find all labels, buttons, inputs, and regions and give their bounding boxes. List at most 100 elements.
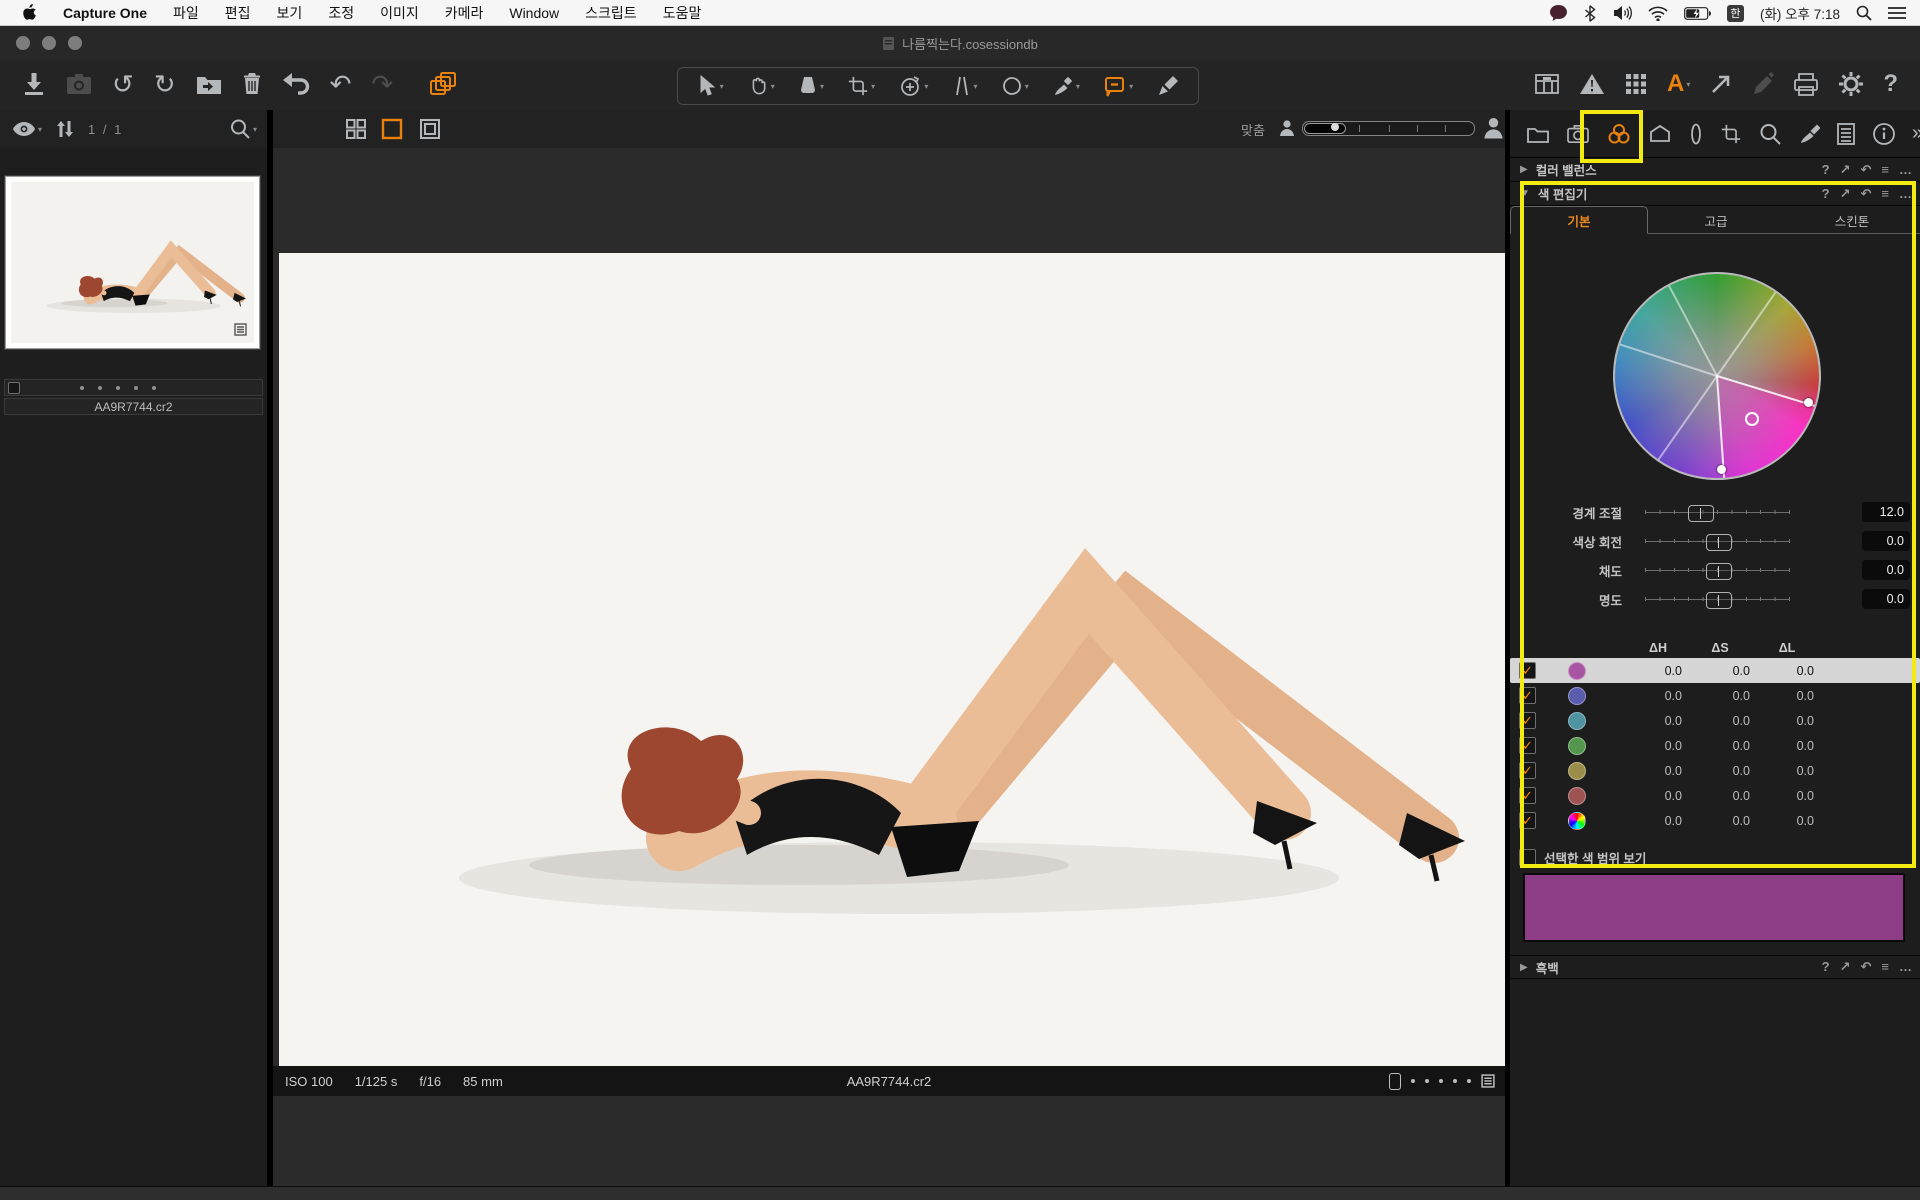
menu-app-name[interactable]: Capture One <box>63 5 147 21</box>
browser-zoom-icon[interactable] <box>229 118 251 140</box>
range-checkbox[interactable]: ✓ <box>1519 787 1536 804</box>
tab-skintone[interactable]: 스킨톤 <box>1784 206 1920 234</box>
range-swatch[interactable] <box>1568 711 1586 730</box>
wheel-range-handle[interactable] <box>1804 398 1813 407</box>
expand-icon[interactable]: ↗ <box>1840 959 1851 975</box>
zoom-slider-knob[interactable] <box>1331 123 1339 131</box>
metadata-tab-icon[interactable] <box>1836 122 1856 146</box>
rotate-right-icon[interactable]: ↻ <box>154 71 176 97</box>
rating-dot[interactable] <box>1467 1079 1471 1083</box>
bluetooth-icon[interactable] <box>1584 4 1596 22</box>
window-titlebar[interactable]: 나름찍는다.cosessiondb <box>0 26 1920 61</box>
disclosure-triangle-icon[interactable]: ▶ <box>1520 962 1528 973</box>
slider-value[interactable]: 0.0 <box>1862 589 1910 609</box>
help-icon[interactable]: ? <box>1822 186 1830 202</box>
rating-dots[interactable] <box>80 385 156 390</box>
menu-adjust[interactable]: 조정 <box>328 3 354 23</box>
proof-view-icon[interactable] <box>419 118 441 140</box>
color-balance-section[interactable]: ▶ 컬러 밸런스 ? ↗ ↶ ≡ … <box>1510 158 1920 182</box>
menu-view[interactable]: 보기 <box>277 3 303 23</box>
crop-tab-icon[interactable] <box>1720 123 1742 145</box>
filter-eye-icon[interactable] <box>12 121 36 137</box>
annotation-tool-icon[interactable] <box>1103 74 1127 98</box>
slider-handle[interactable] <box>1705 563 1732 580</box>
adjustments-tab-icon[interactable] <box>1798 122 1820 146</box>
viewer-layout-icon[interactable] <box>1534 72 1560 96</box>
tab-advanced[interactable]: 고급 <box>1648 206 1784 234</box>
wifi-icon[interactable] <box>1648 6 1668 21</box>
thumb-select-checkbox[interactable] <box>8 381 20 394</box>
color-range-row[interactable]: ✓ 0.0 0.0 0.0 <box>1510 658 1920 683</box>
apple-icon[interactable] <box>22 4 37 21</box>
variants-list-icon[interactable] <box>1481 1074 1495 1088</box>
input-source-badge[interactable]: 한 <box>1726 4 1744 22</box>
slider-value[interactable]: 12.0 <box>1862 502 1910 522</box>
rotate-left-icon[interactable]: ↺ <box>112 71 134 97</box>
disclosure-triangle-icon[interactable]: ▼ <box>1520 188 1530 199</box>
view-selected-range-row[interactable]: 선택한 색 범위 보기 <box>1510 845 1920 869</box>
library-tab-icon[interactable] <box>1526 124 1550 144</box>
view-range-checkbox[interactable] <box>1519 848 1536 866</box>
lens-tab-icon[interactable] <box>1688 122 1704 146</box>
more-tabs-icon[interactable]: » <box>1912 122 1920 145</box>
range-checkbox[interactable]: ✓ <box>1519 762 1536 779</box>
color-range-row[interactable]: ✓ 0.0 0.0 0.0 <box>1510 708 1920 733</box>
thumbnail-card[interactable] <box>4 175 261 350</box>
panel-divider[interactable] <box>267 110 273 1186</box>
share-icon[interactable] <box>1709 72 1733 96</box>
expand-icon[interactable]: ↗ <box>1840 186 1851 202</box>
range-swatch[interactable] <box>1568 761 1586 780</box>
sort-icon[interactable] <box>56 119 74 139</box>
expand-icon[interactable]: ↗ <box>1840 162 1851 178</box>
undo-icon[interactable]: ↶ <box>330 71 352 97</box>
info-tab-icon[interactable] <box>1872 122 1896 146</box>
color-range-row[interactable]: ✓ 0.0 0.0 0.0 <box>1510 783 1920 808</box>
range-checkbox[interactable]: ✓ <box>1519 687 1536 704</box>
chat-icon[interactable] <box>1549 4 1568 22</box>
photo-canvas[interactable] <box>279 253 1505 1066</box>
rating-dot[interactable] <box>1411 1079 1415 1083</box>
redo-icon[interactable]: ↷ <box>371 71 393 97</box>
range-checkbox[interactable]: ✓ <box>1519 662 1536 679</box>
menu-image[interactable]: 이미지 <box>380 3 419 23</box>
reset-icon[interactable]: ↶ <box>1861 186 1872 202</box>
pan-tool-icon[interactable] <box>747 74 769 98</box>
capture-tab-icon[interactable] <box>1566 124 1590 144</box>
help-icon[interactable]: ? <box>1822 162 1830 178</box>
volume-icon[interactable] <box>1612 5 1632 21</box>
edit-pencil-icon[interactable] <box>1752 72 1775 96</box>
spotlight-icon[interactable] <box>1856 5 1872 21</box>
orientation-icon[interactable] <box>1389 1072 1401 1090</box>
warning-icon[interactable] <box>1579 72 1605 96</box>
rating-dot[interactable] <box>1425 1079 1429 1083</box>
rating-dot[interactable] <box>1439 1079 1443 1083</box>
slider-handle[interactable] <box>1688 505 1715 522</box>
single-view-icon[interactable] <box>381 118 403 140</box>
wheel-range-handle[interactable] <box>1717 465 1726 474</box>
rotate-straighten-tool-icon[interactable] <box>898 74 922 98</box>
rating-dot[interactable] <box>1453 1079 1457 1083</box>
slider-value[interactable]: 0.0 <box>1862 560 1910 580</box>
disclosure-triangle-icon[interactable]: ▶ <box>1520 164 1528 175</box>
keystone-tool-icon[interactable] <box>952 74 972 98</box>
grid-view-icon[interactable] <box>345 118 367 140</box>
reset-icon[interactable]: ↶ <box>1861 162 1872 178</box>
capture-icon[interactable] <box>66 73 92 95</box>
settings-gear-icon[interactable] <box>1838 71 1864 97</box>
range-checkbox[interactable]: ✓ <box>1519 712 1536 729</box>
color-tab-icon[interactable] <box>1606 122 1632 146</box>
draw-mask-tool-icon[interactable] <box>1052 74 1074 98</box>
menu-window[interactable]: Window <box>509 5 559 21</box>
color-wheel[interactable] <box>1613 272 1821 480</box>
more-icon[interactable]: … <box>1899 162 1912 178</box>
zoom-fit-label[interactable]: 맞춤 <box>1241 120 1265 139</box>
range-swatch[interactable] <box>1568 786 1586 805</box>
presets-icon[interactable]: ≡ <box>1881 959 1889 975</box>
viewer-zoom-slider[interactable] <box>1302 121 1475 136</box>
more-icon[interactable]: … <box>1899 959 1912 975</box>
export-icon[interactable] <box>196 73 222 95</box>
copy-adjustments-icon[interactable] <box>429 71 457 97</box>
panel-divider[interactable] <box>1505 110 1510 1186</box>
slider-handle[interactable] <box>1705 534 1732 551</box>
range-swatch[interactable] <box>1568 686 1586 705</box>
